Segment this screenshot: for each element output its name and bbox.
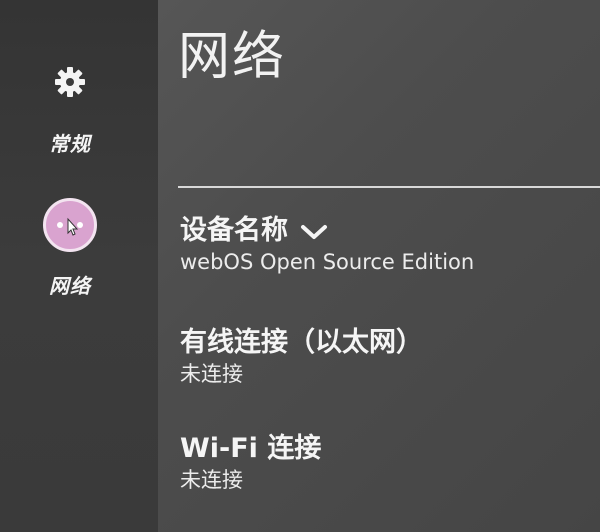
wifi-connection-label: Wi-Fi 连接 xyxy=(180,433,322,464)
wifi-connection-setting[interactable]: Wi-Fi 连接 未连接 xyxy=(180,432,321,494)
chevron-down-icon xyxy=(301,224,327,239)
gear-icon xyxy=(55,67,85,97)
settings-screen: 常规 网络 网络 设备名称 webOS Open Source Edition … xyxy=(0,0,600,532)
wired-connection-status: 未连接 xyxy=(180,362,243,386)
sidebar: 常规 网络 xyxy=(0,0,158,532)
page-title: 网络 xyxy=(178,27,287,87)
device-name-value: webOS Open Source Edition xyxy=(180,250,475,274)
device-name-setting[interactable]: 设备名称 webOS Open Source Edition xyxy=(180,214,474,276)
divider xyxy=(178,186,600,188)
sidebar-item-general[interactable]: 常规 xyxy=(0,64,140,157)
device-name-heading: 设备名称 xyxy=(180,214,474,248)
sidebar-item-network[interactable]: 网络 xyxy=(0,198,140,299)
sidebar-item-label: 网络 xyxy=(49,274,91,298)
wired-connection-label: 有线连接（以太网） xyxy=(180,327,423,358)
wifi-connection-status: 未连接 xyxy=(180,468,243,492)
network-icon xyxy=(43,198,97,252)
sidebar-item-label: 常规 xyxy=(49,132,91,156)
wired-connection-setting[interactable]: 有线连接（以太网） 未连接 xyxy=(180,326,423,388)
device-name-label: 设备名称 xyxy=(180,215,288,246)
